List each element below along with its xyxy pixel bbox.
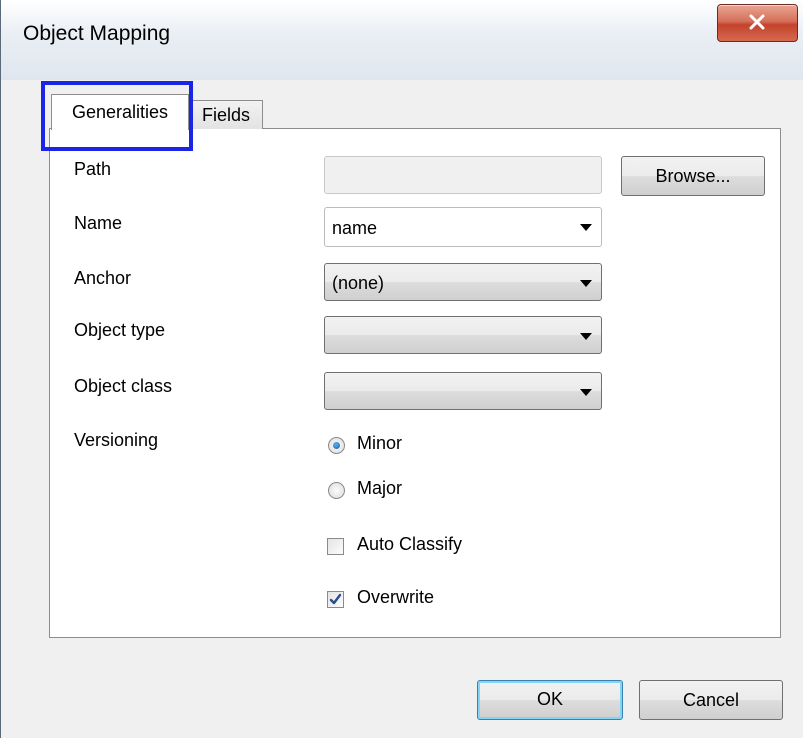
versioning-label: Versioning — [74, 430, 159, 450]
close-button[interactable] — [717, 4, 798, 42]
chevron-down-icon — [580, 333, 592, 340]
radio-major-label[interactable]: Major — [357, 478, 402, 499]
close-icon — [749, 14, 765, 30]
object-mapping-dialog: Object Mapping Generalities Fields Path … — [0, 0, 803, 738]
tab-fields[interactable]: Fields — [189, 100, 263, 129]
browse-button[interactable]: Browse... — [621, 156, 765, 196]
path-input[interactable] — [324, 156, 602, 194]
overwrite-checkbox[interactable] — [327, 591, 344, 608]
name-combobox[interactable]: name — [324, 207, 602, 247]
object-class-label: Object class — [74, 376, 173, 396]
overwrite-label[interactable]: Overwrite — [357, 587, 434, 608]
object-type-dropdown[interactable] — [324, 316, 602, 354]
anchor-value: (none) — [332, 273, 385, 293]
anchor-label: Anchor — [74, 268, 132, 288]
chevron-down-icon — [580, 280, 592, 287]
focus-highlight — [41, 81, 193, 151]
auto-classify-checkbox[interactable] — [327, 538, 344, 555]
ok-button[interactable]: OK — [477, 680, 623, 720]
path-label: Path — [74, 159, 112, 179]
cancel-button[interactable]: Cancel — [639, 680, 783, 720]
dialog-title: Object Mapping — [23, 22, 171, 45]
name-value: name — [332, 218, 378, 238]
radio-minor[interactable] — [328, 437, 345, 454]
anchor-dropdown[interactable]: (none) — [324, 263, 602, 301]
object-class-dropdown[interactable] — [324, 372, 602, 410]
checkmark-icon — [329, 593, 342, 605]
chevron-down-icon[interactable] — [580, 224, 592, 231]
radio-major[interactable] — [328, 482, 345, 499]
radio-minor-label[interactable]: Minor — [357, 433, 402, 454]
object-type-label: Object type — [74, 320, 166, 340]
chevron-down-icon — [580, 389, 592, 396]
auto-classify-label[interactable]: Auto Classify — [357, 534, 462, 555]
title-bar: Object Mapping — [1, 0, 803, 80]
name-label: Name — [74, 213, 123, 233]
